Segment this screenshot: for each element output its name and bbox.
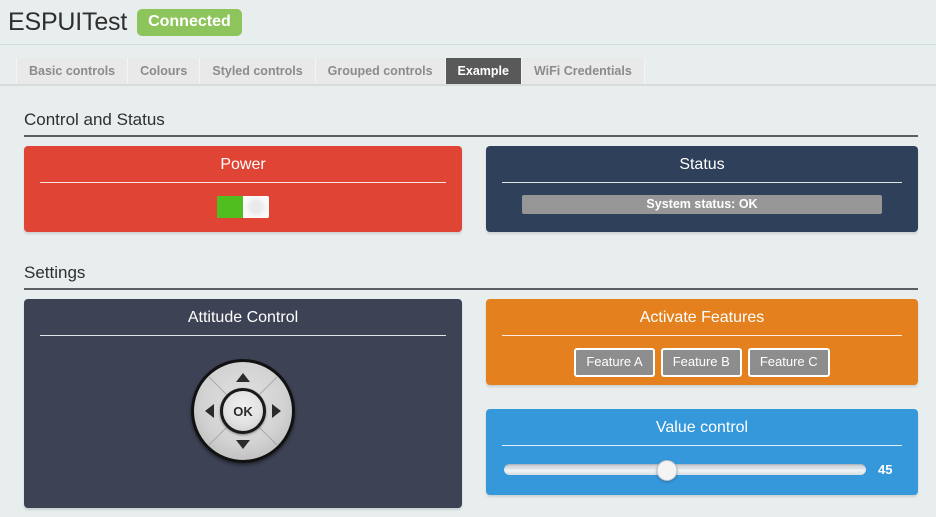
panel-divider <box>502 445 902 446</box>
panel-attitude-control: Attitude Control OK <box>24 299 462 508</box>
slider-row: 45 <box>486 462 918 477</box>
power-toggle-switch[interactable] <box>217 196 269 218</box>
panel-title-activate-features: Activate Features <box>486 299 918 327</box>
dpad-base: OK <box>191 359 295 463</box>
page-title: ESPUITest <box>8 8 127 37</box>
panel-activate-features: Activate Features Feature A Feature B Fe… <box>486 299 918 385</box>
tab-bar: Basic controls Colours Styled controls G… <box>0 58 936 86</box>
feature-a-button[interactable]: Feature A <box>574 348 654 377</box>
arrow-right-icon[interactable] <box>272 404 281 418</box>
panel-power: Power <box>24 146 462 232</box>
section-control-and-status: Control and Status <box>24 110 918 137</box>
section-title-settings: Settings <box>24 263 918 288</box>
panel-divider <box>40 335 446 336</box>
section-title-control-and-status: Control and Status <box>24 110 918 135</box>
tab-example[interactable]: Example <box>446 58 522 84</box>
toggle-knob <box>243 196 269 218</box>
panel-body-power <box>24 183 462 218</box>
panel-title-status: Status <box>486 146 918 174</box>
panel-title-value-control: Value control <box>486 409 918 437</box>
panel-body-status: System status: OK <box>486 183 918 214</box>
panel-value-control: Value control 45 <box>486 409 918 495</box>
value-slider[interactable] <box>504 464 866 475</box>
tab-basic-controls[interactable]: Basic controls <box>16 58 128 84</box>
section-divider <box>24 288 918 290</box>
toggle-on-segment <box>217 196 243 218</box>
status-badge: Connected <box>137 9 242 36</box>
panel-body-features: Feature A Feature B Feature C <box>486 336 918 377</box>
panel-status: Status System status: OK <box>486 146 918 232</box>
tab-grouped-controls[interactable]: Grouped controls <box>316 58 446 84</box>
arrow-down-icon[interactable] <box>236 440 250 449</box>
tab-colours[interactable]: Colours <box>128 58 200 84</box>
system-status-label: System status: OK <box>522 195 882 214</box>
panel-title-attitude-control: Attitude Control <box>24 299 462 327</box>
section-settings: Settings <box>24 263 918 290</box>
tab-styled-controls[interactable]: Styled controls <box>200 58 315 84</box>
tab-wifi-credentials[interactable]: WiFi Credentials <box>522 58 645 84</box>
arrow-left-icon[interactable] <box>205 404 214 418</box>
dpad-control: OK <box>191 359 295 463</box>
arrow-up-icon[interactable] <box>236 373 250 382</box>
slider-knob[interactable] <box>656 460 677 481</box>
section-divider <box>24 135 918 137</box>
slider-value-label: 45 <box>878 462 900 477</box>
panel-title-power: Power <box>24 146 462 174</box>
feature-b-button[interactable]: Feature B <box>661 348 742 377</box>
feature-c-button[interactable]: Feature C <box>748 348 830 377</box>
app-header: ESPUITest Connected <box>0 0 936 45</box>
dpad-ok-button[interactable]: OK <box>220 388 266 434</box>
feature-button-row: Feature A Feature B Feature C <box>574 348 829 377</box>
